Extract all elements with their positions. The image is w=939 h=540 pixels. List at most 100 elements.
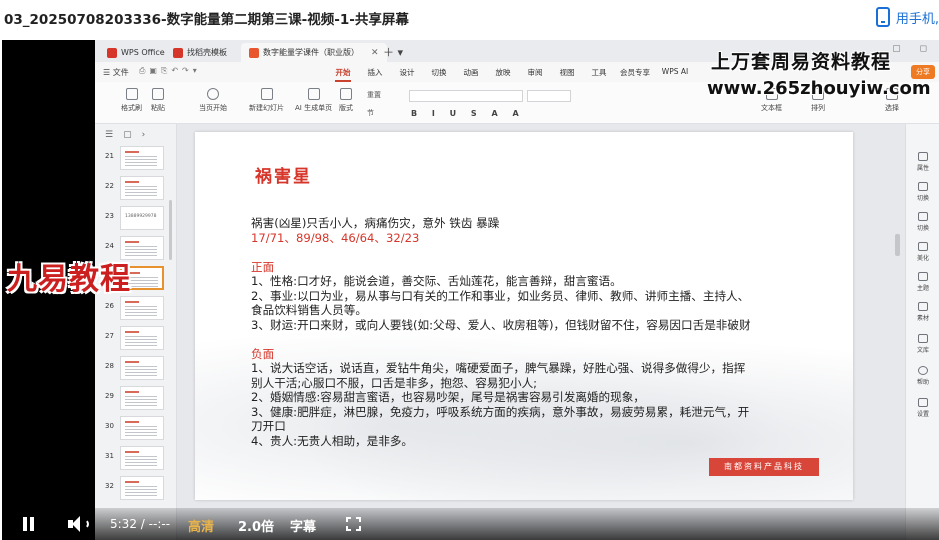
thumbnail-22[interactable]: 22 <box>105 176 169 200</box>
tab-wps-office[interactable]: WPS Office <box>99 43 173 62</box>
thumbnail-32[interactable]: 32 <box>105 476 169 500</box>
menu-slideshow[interactable]: 放映 <box>487 67 519 78</box>
play-icon <box>207 88 219 100</box>
quality-button[interactable]: 高清 <box>188 516 214 535</box>
thumbnail-30[interactable]: 30 <box>105 416 169 440</box>
thumbnail-23[interactable]: 23 13889929978 <box>105 206 169 230</box>
thumbnail-31[interactable]: 31 <box>105 446 169 470</box>
help-icon <box>918 366 928 375</box>
phone-watch-label: 用手机, <box>895 11 939 27</box>
speed-button[interactable]: 2.0倍 <box>238 516 274 535</box>
slide-subtitle: 祸害(凶星)只舌小人，病痛伤灾，意外 铁齿 暴躁 <box>251 216 500 230</box>
settings-tool[interactable]: 设置 <box>906 398 939 418</box>
material-icon <box>918 302 928 311</box>
tab-label: 找稻壳模板 <box>187 48 227 57</box>
menu-file[interactable]: ☰ 文件 <box>103 67 129 78</box>
positive-line: 食品饮料销售人员等。 <box>251 303 367 317</box>
properties-tool[interactable]: 属性 <box>906 152 939 172</box>
menu-member[interactable]: 会员专享 <box>615 67 655 78</box>
menu-view[interactable]: 视图 <box>551 67 583 78</box>
slide-thumbnail-panel[interactable]: ☰▢› 21 22 2313889929978 24 25 26 27 28 2… <box>95 124 177 540</box>
switch-tool[interactable]: 切换 <box>906 212 939 232</box>
tab-document[interactable]: 数字能量学课件（职业版） ✕ <box>241 43 387 62</box>
tab-label: WPS Office <box>121 48 165 57</box>
font-family-select[interactable] <box>409 90 523 102</box>
tab-template[interactable]: 找稻壳模板 <box>165 43 235 62</box>
negative-heading: 负面 <box>251 347 275 361</box>
negative-line: 4、贵人:无贵人相助，是非多。 <box>251 434 414 448</box>
thumbnail-view-icons[interactable]: ☰▢› <box>105 130 155 140</box>
thumbnail-29[interactable]: 29 <box>105 386 169 410</box>
ai-generate-button[interactable]: AI 生成单页 <box>295 88 332 113</box>
text-format-buttons[interactable]: B I U S A A <box>411 109 525 118</box>
subtitles-button[interactable]: 字幕 <box>290 516 316 535</box>
shared-screen: WPS Office 找稻壳模板 数字能量学课件（职业版） ✕ ＋ ▾ ▢ ◻ … <box>95 40 939 540</box>
pause-button[interactable] <box>22 517 36 531</box>
menu-animation[interactable]: 动画 <box>455 67 487 78</box>
wps-logo-icon <box>107 47 117 58</box>
ai-icon <box>307 88 320 100</box>
properties-icon <box>918 152 928 161</box>
fullscreen-icon[interactable] <box>346 517 361 531</box>
layout-icon <box>340 88 352 100</box>
paste-icon <box>152 88 164 100</box>
window-controls[interactable]: ▢ ◻ <box>892 44 935 54</box>
section-button[interactable]: 节 <box>367 108 374 118</box>
font-size-select[interactable] <box>527 90 571 102</box>
new-tab-icon[interactable]: ＋ ▾ <box>383 44 403 60</box>
menu-insert[interactable]: 插入 <box>359 67 391 78</box>
current-slide[interactable]: 祸害星 祸害(凶星)只舌小人，病痛伤灾，意外 铁齿 暴躁 17/71、89/98… <box>195 132 853 500</box>
brush-icon <box>125 88 138 100</box>
thumbnail-scrollbar[interactable] <box>169 200 172 260</box>
menu-items: 开始 插入 设计 切换 动画 放映 审阅 视图 工具 会员专享 WPS AI <box>327 67 695 82</box>
menu-transition[interactable]: 切换 <box>423 67 455 78</box>
format-painter-button[interactable]: 格式刷 <box>121 88 142 113</box>
share-button[interactable]: 分享 <box>911 65 935 79</box>
volume-button[interactable] <box>68 516 89 532</box>
beautify-tool[interactable]: 美化 <box>906 242 939 262</box>
ppt-icon <box>249 47 259 58</box>
current-time: 5:32 <box>110 517 137 531</box>
close-icon[interactable]: ✕ <box>371 48 379 58</box>
player-control-bar: 5:32 / --:-- 高清 2.0倍 字幕 <box>2 508 939 540</box>
menu-tools[interactable]: 工具 <box>583 67 615 78</box>
reset-button[interactable]: 重置 <box>367 90 381 100</box>
page-header: 03_20250708203336-数字能量第二期第三课-视频-1-共享屏幕 用… <box>0 0 939 36</box>
menu-design[interactable]: 设计 <box>391 67 423 78</box>
duration: --:-- <box>148 517 171 531</box>
menu-review[interactable]: 审阅 <box>519 67 551 78</box>
phone-watch-button[interactable]: 用手机, <box>875 4 939 30</box>
layout-button[interactable]: 版式 <box>339 88 353 113</box>
slide-scrollbar[interactable] <box>895 234 900 256</box>
thumbnail-21[interactable]: 21 <box>105 146 169 170</box>
positive-line: 3、财运:开口来财，或向人要钱(如:父母、爱人、收房租等)，但钱财留不住，容易因… <box>251 318 751 332</box>
thumbnail-26[interactable]: 26 <box>105 296 169 320</box>
thumbnail-27[interactable]: 27 <box>105 326 169 350</box>
watermark-left: 九易教程 <box>7 262 131 297</box>
quick-access-icons[interactable]: ⎙▣⎘↶↷▾ <box>139 66 201 76</box>
theme-tool[interactable]: 主题 <box>906 272 939 292</box>
watermark-top: 上万套周易资料教程 <box>711 51 892 73</box>
slide-title: 祸害星 <box>255 167 312 187</box>
slide-editing-area: 祸害星 祸害(凶星)只舌小人，病痛伤灾，意外 铁齿 暴躁 17/71、89/98… <box>177 124 905 540</box>
slide-numbers: 17/71、89/98、46/64、32/23 <box>251 231 420 245</box>
theme-icon <box>918 272 928 281</box>
new-slide-button[interactable]: 新建幻灯片 <box>249 88 284 113</box>
new-slide-icon <box>260 88 273 100</box>
negative-line: 刀开口 <box>251 419 286 433</box>
library-tool[interactable]: 文库 <box>906 334 939 354</box>
menu-wps-ai[interactable]: WPS AI <box>655 67 695 78</box>
material-tool[interactable]: 素材 <box>906 302 939 322</box>
video-page: { "page": { "title": "03_20250708203336-… <box>0 0 939 540</box>
paste-button[interactable]: 粘贴 <box>151 88 165 113</box>
video-player[interactable]: WPS Office 找稻壳模板 数字能量学课件（职业版） ✕ ＋ ▾ ▢ ◻ … <box>2 40 939 540</box>
time-display: 5:32 / --:-- <box>110 517 171 531</box>
menu-home[interactable]: 开始 <box>327 67 359 82</box>
thumbnail-28[interactable]: 28 <box>105 356 169 380</box>
stamp-logo: 南都资料产品科技 <box>709 458 819 476</box>
transition-tool[interactable]: 切换 <box>906 182 939 202</box>
help-tool[interactable]: 帮助 <box>906 366 939 386</box>
play-from-current-button[interactable]: 当页开始 <box>199 88 227 113</box>
positive-line: 1、性格:口才好，能说会道，善交际、舌灿莲花，能言善辩，甜言蜜语。 <box>251 274 622 288</box>
negative-line: 3、健康:肥胖症，淋巴腺，免疫力，呼吸系统方面的疾病，意外事故，易疲劳易累，耗泄… <box>251 405 750 419</box>
